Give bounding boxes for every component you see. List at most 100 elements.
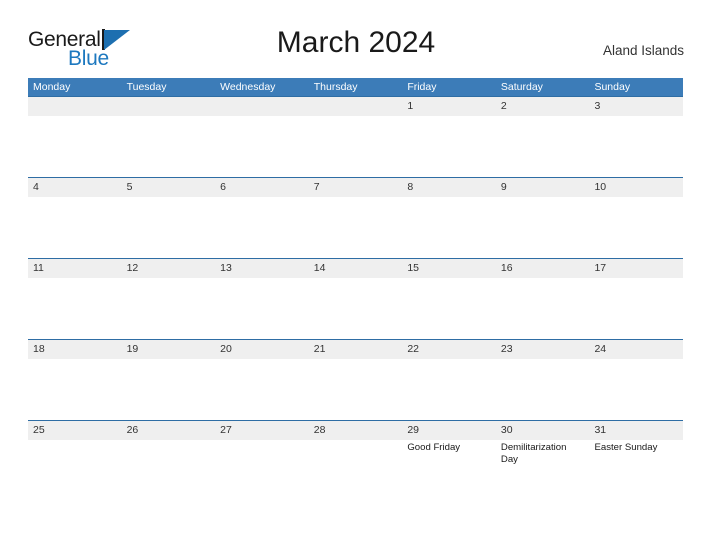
event-label: Good Friday [407, 442, 461, 453]
weekday-header-saturday: Saturday [500, 81, 543, 93]
weekday-header-friday: Friday [407, 81, 437, 93]
day-number[interactable]: 28 [309, 421, 403, 440]
week-date-band: 18 19 20 21 22 23 24 [28, 340, 683, 359]
day-events[interactable] [589, 197, 683, 257]
day-events[interactable] [215, 116, 309, 176]
day-events[interactable] [402, 197, 496, 257]
day-number[interactable]: 20 [215, 340, 309, 359]
week-row: 25 26 27 28 29 30 31 Good Friday Demilit… [28, 420, 683, 501]
day-events[interactable] [496, 116, 590, 176]
day-number[interactable]: 16 [496, 259, 590, 278]
day-events[interactable] [215, 359, 309, 419]
day-events[interactable] [589, 359, 683, 419]
week-event-body [28, 116, 683, 176]
day-events[interactable] [496, 197, 590, 257]
day-number[interactable]: 29 [402, 421, 496, 440]
day-events[interactable]: Easter Sunday [589, 440, 683, 500]
day-events[interactable] [309, 359, 403, 419]
day-events[interactable] [122, 359, 216, 419]
day-events[interactable] [402, 116, 496, 176]
calendar-page: General Blue March 2024 Aland Islands Mo… [0, 0, 712, 550]
week-event-body: Good Friday Demilitarization Day Easter … [28, 440, 683, 500]
week-row: 18 19 20 21 22 23 24 [28, 339, 683, 420]
day-number[interactable]: 15 [402, 259, 496, 278]
day-number[interactable]: 24 [589, 340, 683, 359]
day-number[interactable]: 11 [28, 259, 122, 278]
day-events[interactable] [122, 278, 216, 338]
day-events[interactable] [309, 278, 403, 338]
day-number[interactable]: 23 [496, 340, 590, 359]
day-events[interactable] [28, 197, 122, 257]
week-event-body [28, 278, 683, 338]
day-number[interactable]: 12 [122, 259, 216, 278]
day-number[interactable]: 27 [215, 421, 309, 440]
day-events[interactable] [122, 440, 216, 500]
week-date-band: 4 5 6 7 8 9 10 [28, 178, 683, 197]
day-events[interactable] [309, 440, 403, 500]
day-events[interactable] [402, 359, 496, 419]
day-events[interactable] [496, 278, 590, 338]
day-events[interactable] [589, 278, 683, 338]
day-number[interactable]: 6 [215, 178, 309, 197]
day-number[interactable] [28, 97, 122, 116]
day-number[interactable]: 17 [589, 259, 683, 278]
day-events[interactable] [122, 116, 216, 176]
day-events[interactable] [215, 440, 309, 500]
week-date-band: 11 12 13 14 15 16 17 [28, 259, 683, 278]
weekday-header-wednesday: Wednesday [220, 81, 276, 93]
day-number[interactable] [215, 97, 309, 116]
day-number[interactable]: 14 [309, 259, 403, 278]
day-events[interactable] [28, 278, 122, 338]
weekday-header-monday: Monday [33, 81, 71, 93]
day-number[interactable]: 13 [215, 259, 309, 278]
day-number[interactable]: 7 [309, 178, 403, 197]
week-row: 4 5 6 7 8 9 10 [28, 177, 683, 258]
day-events[interactable] [496, 359, 590, 419]
day-events[interactable] [122, 197, 216, 257]
day-number[interactable]: 18 [28, 340, 122, 359]
day-number[interactable]: 1 [402, 97, 496, 116]
day-number[interactable]: 2 [496, 97, 590, 116]
event-label: Easter Sunday [594, 442, 658, 453]
day-number[interactable]: 21 [309, 340, 403, 359]
day-number[interactable]: 25 [28, 421, 122, 440]
page-title: March 2024 [276, 26, 436, 59]
week-event-body [28, 359, 683, 419]
day-events[interactable]: Demilitarization Day [496, 440, 590, 500]
weekday-header-tuesday: Tuesday [126, 81, 167, 93]
day-number[interactable]: 5 [122, 178, 216, 197]
day-events[interactable] [402, 278, 496, 338]
day-events[interactable] [215, 197, 309, 257]
week-date-band: 25 26 27 28 29 30 31 [28, 421, 683, 440]
day-number[interactable]: 10 [589, 178, 683, 197]
weekday-header-row: Monday Tuesday Wednesday Thursday Friday… [28, 78, 683, 96]
day-number[interactable]: 31 [589, 421, 683, 440]
day-number[interactable]: 30 [496, 421, 590, 440]
day-number[interactable] [309, 97, 403, 116]
weekday-header-thursday: Thursday [313, 81, 358, 93]
region-label: Aland Islands [602, 43, 684, 58]
day-number[interactable]: 4 [28, 178, 122, 197]
day-events[interactable]: Good Friday [402, 440, 496, 500]
page-header: General Blue March 2024 Aland Islands [28, 26, 684, 72]
day-events[interactable] [309, 197, 403, 257]
day-events[interactable] [28, 116, 122, 176]
week-event-body [28, 197, 683, 257]
day-events[interactable] [309, 116, 403, 176]
day-number[interactable]: 9 [496, 178, 590, 197]
day-number[interactable]: 19 [122, 340, 216, 359]
day-number[interactable]: 3 [589, 97, 683, 116]
day-number[interactable]: 26 [122, 421, 216, 440]
day-number[interactable]: 8 [402, 178, 496, 197]
week-date-band: 1 2 3 [28, 97, 683, 116]
weekday-header-sunday: Sunday [594, 81, 631, 93]
calendar-grid: Monday Tuesday Wednesday Thursday Friday… [28, 78, 683, 501]
day-events[interactable] [215, 278, 309, 338]
day-number[interactable] [122, 97, 216, 116]
day-events[interactable] [28, 359, 122, 419]
day-events[interactable] [589, 116, 683, 176]
day-number[interactable]: 22 [402, 340, 496, 359]
week-row: 1 2 3 [28, 96, 683, 177]
week-row: 11 12 13 14 15 16 17 [28, 258, 683, 339]
day-events[interactable] [28, 440, 122, 500]
